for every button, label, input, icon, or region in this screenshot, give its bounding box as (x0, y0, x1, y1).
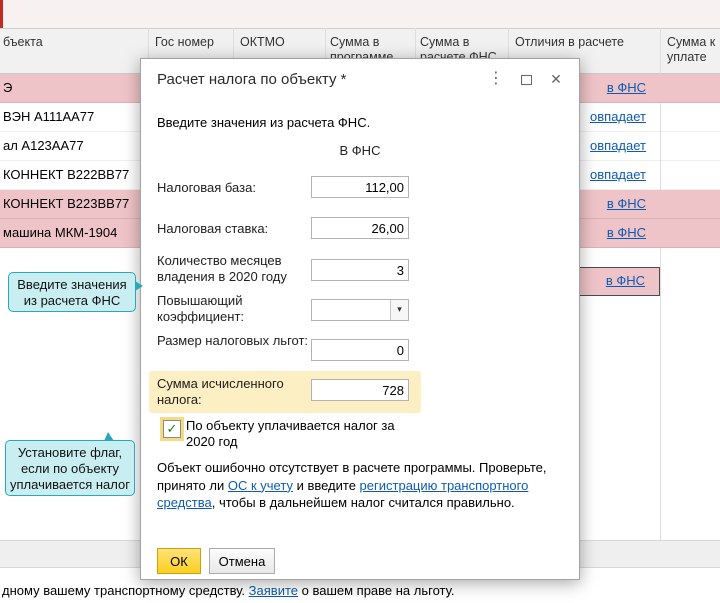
diff-link[interactable]: в ФНС (607, 225, 646, 240)
callout-pointer-icon (104, 432, 114, 441)
object-cell: КОННЕКТ В222ВВ77 (3, 167, 130, 182)
close-icon: ✕ (550, 71, 562, 87)
cancel-button[interactable]: Отмена (209, 548, 275, 574)
column-header-sum-pay[interactable]: Сумма к уплате (667, 35, 717, 65)
dialog-intro-text: Введите значения из расчета ФНС. (157, 115, 371, 130)
object-cell: машина МКМ-1904 (3, 225, 118, 240)
callout-enter-fns-values: Введите значения из расчета ФНС (8, 272, 143, 312)
callout-text: Установите флаг, (17, 445, 123, 460)
table-top-strip (0, 0, 720, 28)
calculated-tax-input[interactable] (311, 379, 409, 401)
object-cell: КОННЕКТ В223ВВ77 (3, 196, 130, 211)
diff-link[interactable]: овпадает (590, 138, 646, 153)
column-header-object[interactable]: бъекта (3, 35, 143, 50)
tax-paid-checkbox[interactable]: ✓ (163, 420, 181, 438)
field-label-multiplier: Повышающий коэффициент: (157, 293, 245, 324)
column-header-gos-nomer[interactable]: Гос номер (155, 35, 230, 50)
field-label-months-owned: Количество месяцев владения в 2020 году (157, 253, 287, 284)
row-marker-red-bar (0, 0, 3, 28)
bottom-note-text: дному вашему транспортному средству. (2, 583, 249, 598)
maximize-button[interactable] (515, 69, 537, 89)
note-text: , чтобы в дальнейшем налог считался прав… (211, 495, 515, 510)
dialog-tax-calculation: Расчет налога по объекту * ⋮ ✕ Введите з… (140, 58, 580, 580)
dropdown-button[interactable]: ▾ (390, 300, 408, 320)
diff-link[interactable]: в ФНС (607, 196, 646, 211)
multiplier-input[interactable] (312, 300, 390, 320)
bottom-note: дному вашему транспортному средству. Зая… (2, 583, 454, 598)
diff-link[interactable]: в ФНС (606, 273, 645, 288)
note-text: и введите (292, 477, 360, 493)
callout-text: уплачивается налог (10, 477, 130, 492)
callout-pointer-icon (135, 281, 143, 291)
dialog-title: Расчет налога по объекту * (157, 71, 347, 88)
kebab-icon: ⋮ (488, 70, 504, 87)
field-label-tax-base: Налоговая база: (157, 180, 256, 195)
dialog-note: Объект ошибочно отсутствует в расчете пр… (157, 459, 551, 512)
benefits-input[interactable] (311, 339, 409, 361)
diff-link[interactable]: овпадает (590, 167, 646, 182)
tax-paid-checkbox-label: По объекту уплачивается налог за 2020 го… (186, 418, 395, 449)
maximize-icon (520, 75, 532, 86)
callout-text: из расчета ФНС (23, 293, 121, 308)
os-accounting-link[interactable]: ОС к учету (228, 478, 293, 493)
chevron-down-icon: ▾ (397, 304, 402, 314)
months-owned-input[interactable] (311, 259, 409, 281)
object-cell: ВЭН А111АА77 (3, 109, 95, 124)
close-button[interactable]: ✕ (545, 69, 567, 89)
bottom-note-text: о вашем праве на льготу. (298, 583, 455, 598)
object-cell: Э (3, 80, 13, 95)
column-header-oktmo[interactable]: ОКТМО (240, 35, 320, 50)
diff-link[interactable]: в ФНС (607, 80, 646, 95)
field-label-calculated-tax: Сумма исчисленного налога: (157, 376, 284, 407)
object-cell: ал А123АА77 (3, 138, 84, 153)
callout-set-flag: Установите флаг, если по объекту уплачив… (5, 432, 135, 496)
declare-benefit-link[interactable]: Заявите (249, 583, 298, 598)
tax-rate-input[interactable] (311, 217, 409, 239)
tax-base-input[interactable] (311, 176, 409, 198)
diff-link[interactable]: овпадает (590, 109, 646, 124)
fns-column-header: В ФНС (339, 143, 381, 158)
more-menu-button[interactable]: ⋮ (485, 69, 507, 89)
field-label-benefits: Размер налоговых льгот: (157, 333, 309, 348)
multiplier-combo: ▾ (311, 299, 409, 321)
checkmark-icon: ✓ (166, 421, 178, 436)
column-header-diff[interactable]: Отличия в расчете (515, 35, 655, 50)
callout-text: если по объекту (20, 461, 120, 476)
screen: бъекта Гос номер ОКТМО Сумма в программе… (0, 0, 720, 603)
ok-button[interactable]: ОК (157, 548, 201, 574)
field-label-tax-rate: Налоговая ставка: (157, 221, 269, 236)
callout-text: Введите значения (17, 277, 127, 292)
